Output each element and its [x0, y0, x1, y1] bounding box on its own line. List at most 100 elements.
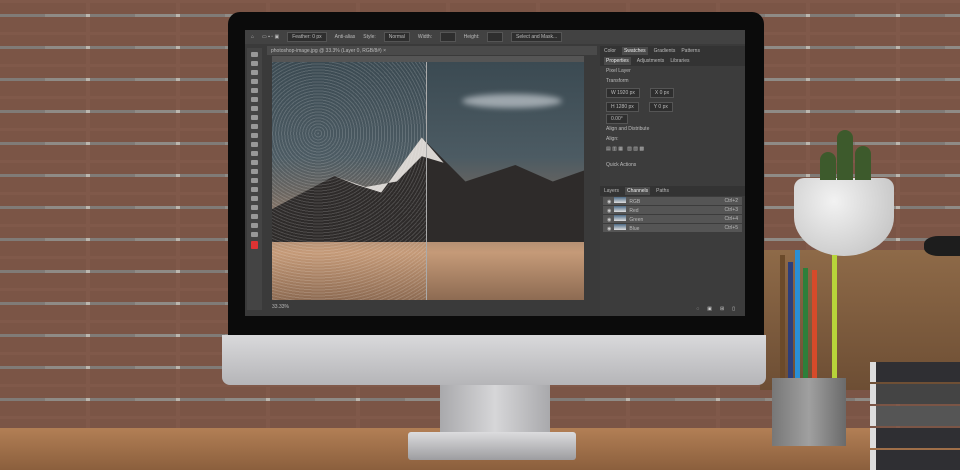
monitor-stand [440, 385, 550, 435]
channel-row-green[interactable]: ◉ Green Ctrl+4 [603, 215, 742, 223]
eye-icon[interactable]: ◉ [607, 199, 611, 205]
brush-tool-icon[interactable] [251, 124, 258, 129]
zoom-tool-icon[interactable] [251, 232, 258, 237]
eye-icon[interactable]: ◉ [607, 208, 611, 214]
history-brush-icon[interactable] [251, 142, 258, 147]
tab-layers[interactable]: Layers [604, 188, 619, 194]
book-stack [870, 362, 960, 470]
channel-shortcut: Ctrl+5 [724, 225, 738, 231]
style-label: Style: [363, 34, 376, 40]
wand-tool-icon[interactable] [251, 79, 258, 84]
plant-pot [794, 178, 894, 256]
channel-name: RGB [629, 199, 641, 205]
align-label: Align: [606, 136, 619, 142]
tab-paths[interactable]: Paths [656, 188, 669, 194]
path-select-icon[interactable] [251, 205, 258, 210]
mug [924, 236, 960, 256]
tab-libraries[interactable]: Libraries [670, 58, 689, 64]
eye-icon[interactable]: ◉ [607, 217, 611, 223]
channel-shortcut: Ctrl+3 [724, 207, 738, 213]
x-value[interactable]: X 0 px [649, 88, 675, 98]
home-icon[interactable]: ⌂ [251, 34, 254, 40]
pencil [832, 255, 837, 382]
height-field[interactable] [487, 32, 504, 42]
pencil [812, 270, 817, 382]
hand-tool-icon[interactable] [251, 223, 258, 228]
move-tool-icon[interactable] [251, 52, 258, 57]
shape-tool-icon[interactable] [251, 214, 258, 219]
y-value[interactable]: Y 0 px [648, 102, 673, 112]
pencil-cup [772, 378, 846, 446]
feather-field[interactable]: Feather: 0 px [287, 32, 327, 42]
zoom-level[interactable]: 33.33% [272, 304, 289, 310]
layer-type: Pixel Layer [606, 68, 631, 74]
eyedropper-tool-icon[interactable] [251, 106, 258, 111]
channel-shortcut: Ctrl+2 [724, 198, 738, 204]
blur-tool-icon[interactable] [251, 169, 258, 174]
properties-tabs: Properties Adjustments Libraries [600, 56, 745, 66]
gradient-tool-icon[interactable] [251, 160, 258, 165]
toolbar [247, 48, 262, 310]
document-tab[interactable]: photoshop-image.jpg @ 33.3% (Layer 0, RG… [267, 46, 597, 55]
pen-tool-icon[interactable] [251, 187, 258, 192]
height-value[interactable]: H 1280 px [606, 102, 639, 112]
frame-tool-icon[interactable] [251, 97, 258, 102]
noise-overlay [272, 62, 427, 300]
save-selection-icon[interactable]: ▣ [707, 306, 712, 312]
pencil [803, 268, 808, 382]
pencil [788, 262, 793, 382]
image-canvas[interactable] [272, 62, 584, 300]
style-select[interactable]: Normal [383, 32, 410, 42]
marquee-tool-icon[interactable] [251, 61, 258, 66]
cactus [815, 128, 875, 180]
eye-icon[interactable]: ◉ [607, 226, 611, 232]
tab-adjustments[interactable]: Adjustments [637, 58, 665, 64]
transform-header[interactable]: Transform [600, 76, 745, 86]
align-icons[interactable]: ▤ ▥ ▦ ▧ ▨ ▩ [600, 144, 745, 154]
anti-alias-checkbox[interactable]: Anti-alias [335, 34, 356, 40]
pencil [795, 250, 800, 382]
tab-color[interactable]: Color [604, 48, 616, 54]
width-label: Width: [417, 34, 433, 40]
color-panel-tabs: Color Swatches Gradients Patterns [600, 46, 745, 56]
healing-tool-icon[interactable] [251, 115, 258, 120]
channel-name: Red [629, 208, 639, 214]
stamp-tool-icon[interactable] [251, 133, 258, 138]
channel-name: Green [629, 217, 644, 223]
align-header[interactable]: Align and Distribute [600, 124, 745, 134]
channel-shortcut: Ctrl+4 [724, 216, 738, 222]
photoshop-window: ⌂ ▭ ▪ ▫ ▣ Feather: 0 px Anti-alias Style… [245, 30, 745, 316]
right-panels: Color Swatches Gradients Patterns Proper… [600, 46, 745, 316]
tab-patterns[interactable]: Patterns [681, 48, 700, 54]
tab-swatches[interactable]: Swatches [621, 47, 648, 55]
new-channel-icon[interactable]: ⊞ [720, 306, 724, 312]
monitor-chin [222, 335, 766, 385]
height-label: Height: [463, 34, 480, 40]
marquee-tool-icon[interactable]: ▭ ▪ ▫ ▣ [262, 34, 279, 40]
channel-row-blue[interactable]: ◉ Blue Ctrl+5 [603, 224, 742, 232]
type-tool-icon[interactable] [251, 196, 258, 201]
select-and-mask-button[interactable]: Select and Mask... [511, 32, 563, 42]
width-value[interactable]: W 1920 px [606, 88, 640, 98]
tab-gradients[interactable]: Gradients [654, 48, 676, 54]
lasso-tool-icon[interactable] [251, 70, 258, 75]
channel-actions: ◌ ▣ ⊞ ▯ [696, 306, 735, 312]
options-bar: ⌂ ▭ ▪ ▫ ▣ Feather: 0 px Anti-alias Style… [245, 30, 745, 44]
layers-panel-tabs: Layers Channels Paths [600, 186, 745, 196]
monitor-foot [408, 432, 576, 460]
channel-name: Blue [629, 226, 640, 232]
width-field[interactable] [440, 32, 456, 42]
color-swatches-icon[interactable] [251, 241, 258, 249]
trash-icon[interactable]: ▯ [732, 306, 735, 312]
angle-value[interactable]: 0.00° [606, 114, 628, 124]
tab-properties[interactable]: Properties [604, 57, 631, 65]
quick-actions-header[interactable]: Quick Actions [600, 160, 745, 170]
load-selection-icon[interactable]: ◌ [696, 306, 699, 312]
cloud [462, 94, 562, 108]
tab-channels[interactable]: Channels [625, 187, 651, 195]
channel-row-rgb[interactable]: ◉ RGB Ctrl+2 [603, 197, 742, 205]
crop-tool-icon[interactable] [251, 88, 258, 93]
channel-row-red[interactable]: ◉ Red Ctrl+3 [603, 206, 742, 214]
dodge-tool-icon[interactable] [251, 178, 258, 183]
eraser-tool-icon[interactable] [251, 151, 258, 156]
